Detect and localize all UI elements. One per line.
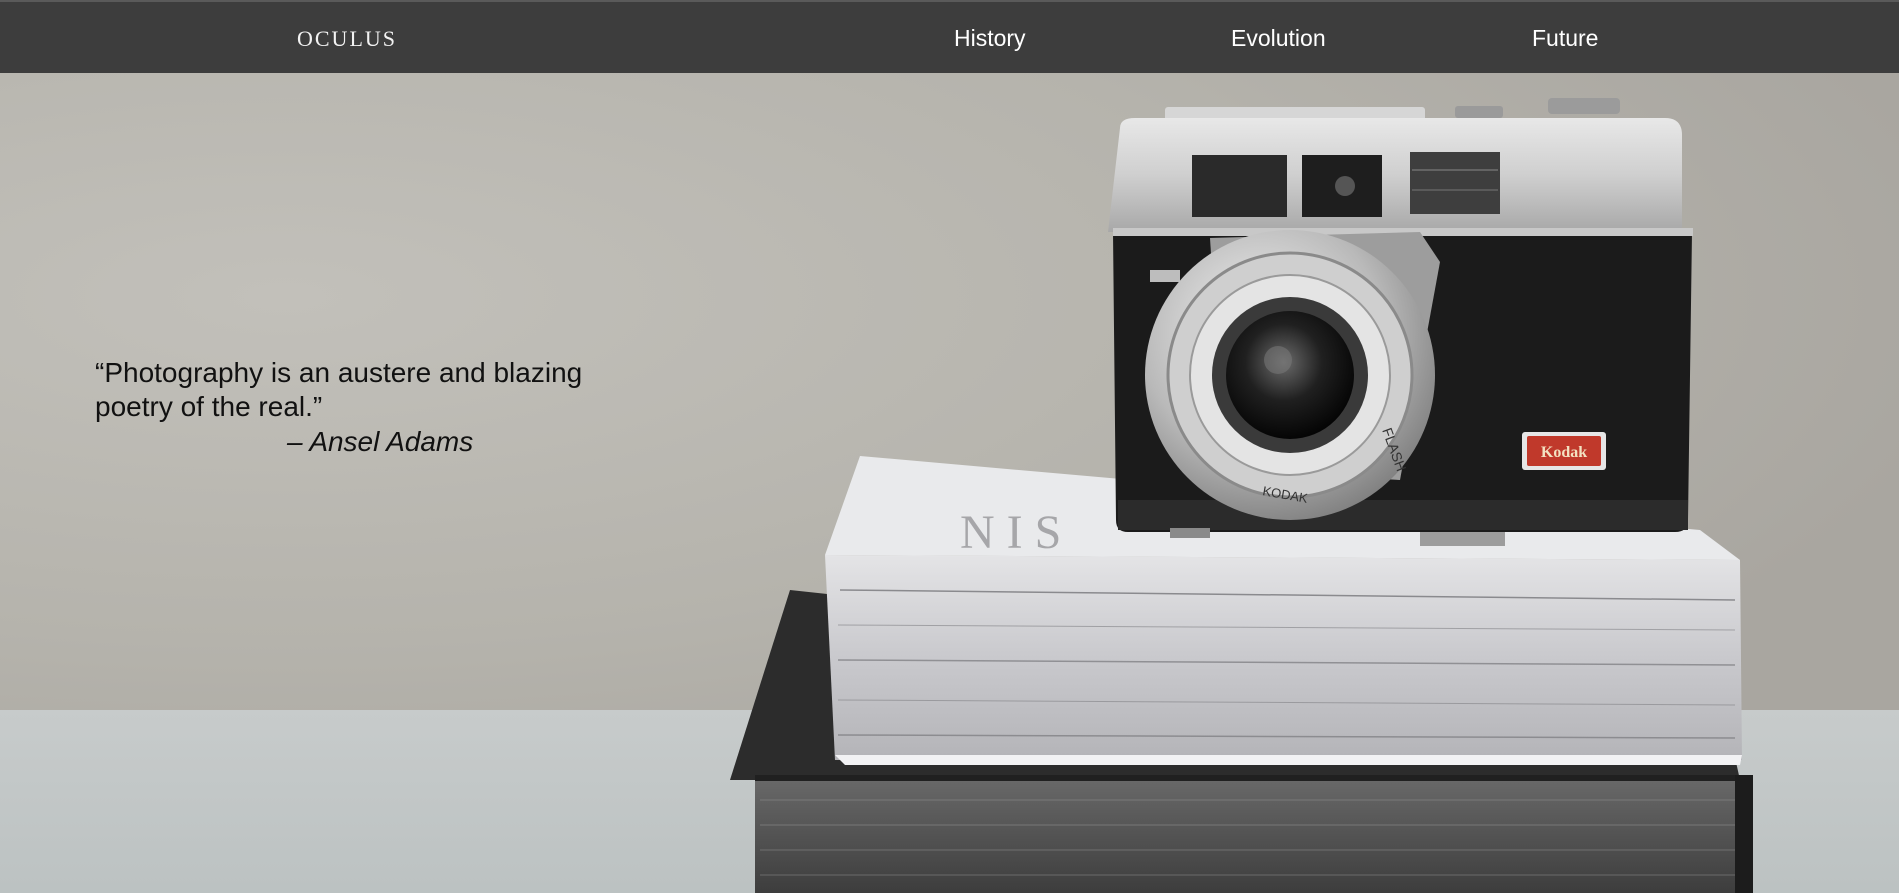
hero-background-photo: N I S FLASH KODAK Kodak: [0, 73, 1899, 893]
camera-lens: [1226, 311, 1354, 439]
hero-section: N I S FLASH KODAK Kodak: [0, 73, 1899, 893]
hero-quote: “Photography is an austere and blazing p…: [95, 357, 583, 422]
hero-quote-author: – Ansel Adams: [287, 426, 474, 457]
nav-link-future[interactable]: Future: [1532, 25, 1598, 52]
nav-link-evolution[interactable]: Evolution: [1231, 25, 1326, 52]
kodak-camera: FLASH KODAK Kodak: [1108, 98, 1693, 546]
kodak-badge-text: Kodak: [1541, 444, 1587, 461]
svg-text:N I S: N I S: [960, 506, 1061, 559]
top-navbar: OCULUS History Evolution Future: [0, 0, 1899, 73]
brand-logo-link[interactable]: OCULUS: [297, 26, 397, 52]
nav-link-history[interactable]: History: [954, 25, 1026, 52]
